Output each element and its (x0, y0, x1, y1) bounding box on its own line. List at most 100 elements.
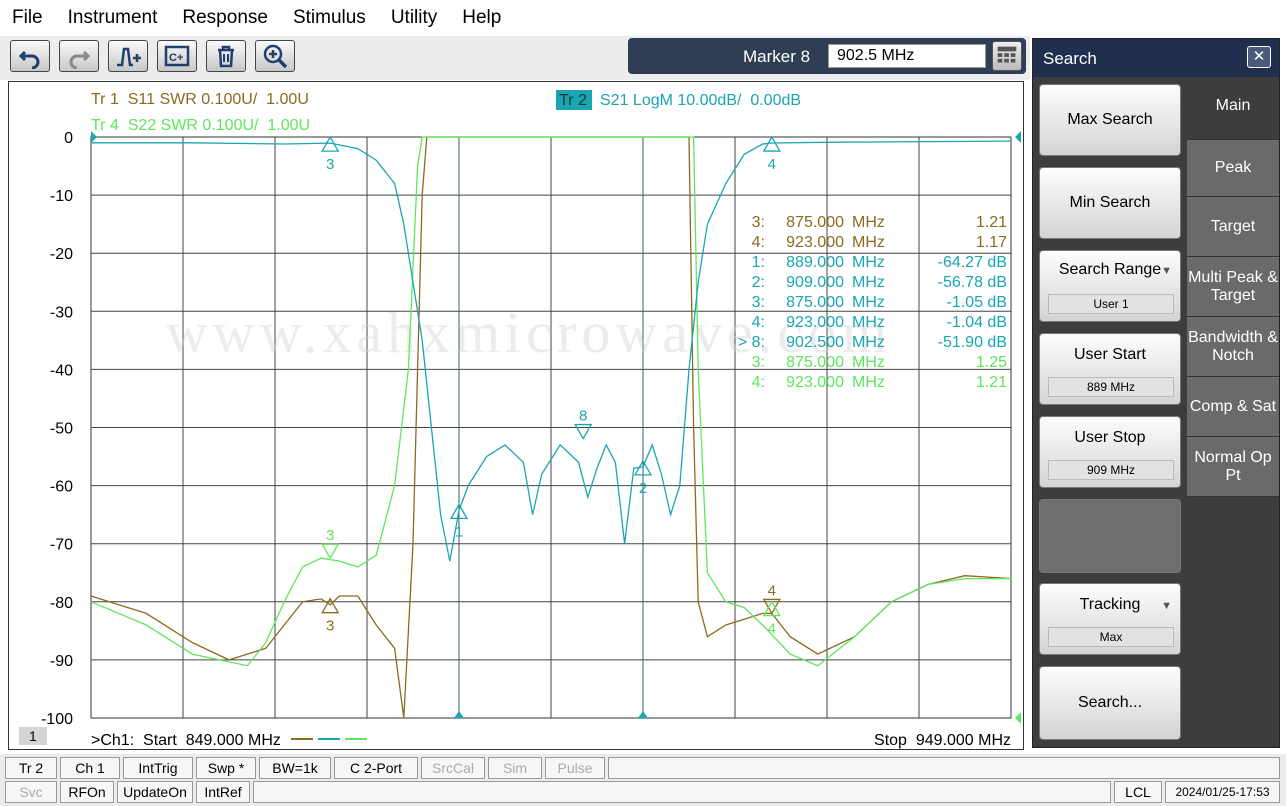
user-start-button[interactable]: User Start 889 MHz (1039, 333, 1181, 405)
marker-table-value: 1.21 (976, 214, 1007, 231)
marker-table-value: -1.05 dB (947, 294, 1007, 311)
y-tick-label: -100 (41, 711, 73, 728)
trash-icon (218, 45, 234, 68)
marker-table-num: 1: (752, 254, 765, 271)
search-range-value: User 1 (1048, 294, 1174, 314)
y-tick-label: -40 (50, 362, 73, 379)
channel-number: 1 (29, 728, 37, 744)
delete-button[interactable] (206, 40, 246, 72)
close-button[interactable]: ✕ (1247, 46, 1271, 68)
y-tick-label: -70 (50, 537, 73, 554)
menu-stimulus[interactable]: Stimulus (293, 7, 366, 29)
marker-value-input[interactable]: 902.5 MHz (828, 44, 986, 68)
tab-peak[interactable]: Peak (1187, 139, 1279, 197)
trace-4-label[interactable]: Tr 4 S22 SWR 0.100U/ 1.00U (91, 117, 310, 134)
marker-table-freq: 889.000 (786, 254, 844, 271)
menu-response[interactable]: Response (182, 7, 268, 29)
start-frequency[interactable]: >Ch1: Start 849.000 MHz (91, 732, 281, 749)
tab-comp-sat[interactable]: Comp & Sat (1187, 377, 1279, 437)
close-icon: ✕ (1252, 48, 1266, 65)
status-reference[interactable]: IntRef (196, 781, 250, 803)
min-search-button[interactable]: Min Search (1039, 167, 1181, 239)
marker-table-value: -64.27 dB (938, 254, 1007, 271)
marker-number: 2 (639, 480, 647, 497)
marker-table-value: -51.90 dB (938, 334, 1007, 351)
status-sweep[interactable]: Swp * (196, 757, 256, 779)
marker-add-icon (117, 47, 141, 67)
status-channel[interactable]: Ch 1 (60, 757, 120, 779)
redo-icon (69, 50, 91, 69)
marker-number: 1 (455, 523, 463, 540)
chart-svg: www.xahxmicrowave.com 0 -10 -20 -30 -40 -50 -6… (19, 90, 1021, 749)
tab-target[interactable]: Target (1187, 197, 1279, 257)
marker-table-value: -56.78 dB (938, 274, 1007, 291)
y-tick-label: -80 (50, 595, 73, 612)
max-search-label: Max Search (1067, 111, 1153, 128)
status-service[interactable]: Svc (5, 781, 57, 803)
user-start-label: User Start (1073, 346, 1146, 363)
y-tick-label: 0 (64, 130, 73, 147)
status-sim[interactable]: Sim (488, 757, 542, 779)
marker-table-unit: MHz (852, 274, 885, 291)
stop-frequency[interactable]: Stop 949.000 MHz (874, 732, 1011, 749)
menu-utility[interactable]: Utility (391, 7, 437, 29)
user-stop-label: User Stop (1074, 429, 1146, 446)
max-search-button[interactable]: Max Search (1039, 84, 1181, 156)
undo-icon (18, 50, 40, 69)
trace-2-label[interactable]: S21 LogM 10.00dB/ 0.00dB (600, 92, 801, 109)
marker-table-value: 1.21 (976, 374, 1007, 391)
menu-bar: File Instrument Response Stimulus Utilit… (0, 0, 1286, 36)
status-trigger[interactable]: IntTrig (123, 757, 193, 779)
redo-button[interactable] (59, 40, 99, 72)
status-bandwidth[interactable]: BW=1k (259, 757, 331, 779)
marker-table-unit: MHz (852, 234, 885, 251)
marker-table-freq: 875.000 (786, 354, 844, 371)
channel-button[interactable]: C+ (157, 40, 197, 72)
status-lcl[interactable]: LCL (1114, 781, 1162, 803)
min-search-label: Min Search (1069, 194, 1151, 211)
reference-arrow-right (1015, 131, 1021, 143)
user-stop-value: 909 MHz (1048, 460, 1174, 480)
marker-triangle[interactable] (574, 423, 593, 440)
tab-normal-op-pt[interactable]: Normal Op Pt (1187, 437, 1279, 497)
keypad-icon (997, 46, 1017, 63)
search-range-button[interactable]: Search Range ▼ User 1 (1039, 250, 1181, 322)
menu-file[interactable]: File (12, 7, 43, 29)
trace-2-tag[interactable]: Tr 2 (559, 92, 587, 109)
marker-table-unit: MHz (852, 214, 885, 231)
menu-help[interactable]: Help (462, 7, 501, 29)
marker-table-unit: MHz (852, 254, 885, 271)
status-srccal[interactable]: SrcCal (421, 757, 485, 779)
marker-number: 3 (326, 618, 334, 635)
zoom-button[interactable] (255, 40, 295, 72)
user-stop-button[interactable]: User Stop 909 MHz (1039, 416, 1181, 488)
add-marker-button[interactable] (108, 40, 148, 72)
marker-number: 3 (326, 156, 334, 173)
menu-instrument[interactable]: Instrument (68, 7, 158, 29)
status-rf[interactable]: RFOn (60, 781, 114, 803)
y-tick-label: -60 (50, 479, 73, 496)
keypad-button[interactable] (992, 41, 1022, 71)
status-calibration[interactable]: C 2-Port (334, 757, 418, 779)
status-message (608, 757, 1280, 779)
undo-button[interactable] (10, 40, 50, 72)
measurement-display[interactable]: www.xahxmicrowave.com 0 -10 -20 -30 -40 -50 -6… (8, 81, 1024, 750)
status-trace[interactable]: Tr 2 (5, 757, 57, 779)
search-more-button[interactable]: Search... (1039, 666, 1181, 740)
tracking-value: Max (1048, 627, 1174, 647)
y-tick-label: -30 (50, 304, 73, 321)
status-pulse[interactable]: Pulse (545, 757, 605, 779)
marker-table-freq: 902.500 (786, 334, 844, 351)
trace-1-label[interactable]: Tr 1 S11 SWR 0.100U/ 1.00U (91, 91, 309, 108)
tab-bandwidth-notch[interactable]: Bandwidth & Notch (1187, 317, 1279, 377)
marker-triangle[interactable] (321, 543, 340, 560)
tab-multi-peak-target[interactable]: Multi Peak & Target (1187, 257, 1279, 317)
marker-table-freq: 875.000 (786, 294, 844, 311)
status-spacer (253, 781, 1111, 803)
marker-table-num: 4: (752, 234, 765, 251)
status-update[interactable]: UpdateOn (117, 781, 193, 803)
marker-table-num: > 8: (738, 334, 765, 351)
tracking-button[interactable]: Tracking ▼ Max (1039, 583, 1181, 655)
channel-icon: C+ (164, 45, 190, 67)
search-range-label: Search Range (1058, 261, 1162, 278)
